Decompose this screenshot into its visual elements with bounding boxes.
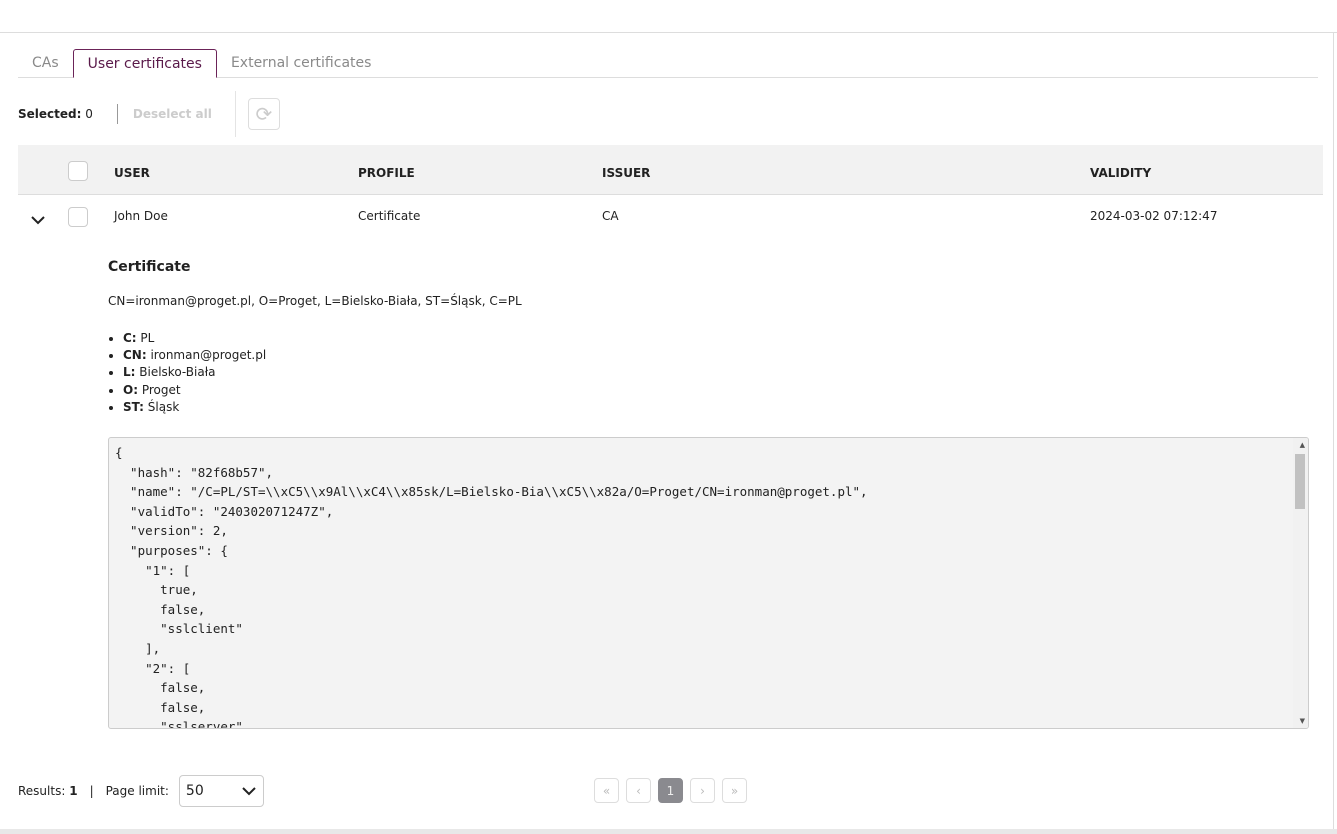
json-content: { "hash": "82f68b57", "name": "/C=PL/ST=… <box>109 438 1308 729</box>
deselect-all-button[interactable]: Deselect all <box>133 107 235 121</box>
divider <box>116 104 118 124</box>
json-line: "name": "/C=PL/ST=\\xC5\\x9Al\\xC4\\x85s… <box>115 484 868 500</box>
json-line: "sslserver" <box>115 719 243 729</box>
column-validity[interactable]: VALIDITY <box>1090 166 1151 180</box>
last-page-button[interactable]: » <box>722 778 747 803</box>
json-line: "2": [ <box>115 660 191 676</box>
json-line: "validTo": "240302071247Z", <box>115 503 334 519</box>
cell-user: John Doe <box>114 209 168 223</box>
toolbar: Selected: 0 Deselect all ⟳ <box>18 91 280 137</box>
table-row[interactable]: John Doe Certificate CA 2024-03-02 07:12… <box>18 195 1323 235</box>
attribute-list: C: PL CN: ironman@proget.pl L: Bielsko-B… <box>123 330 1310 416</box>
attr-item: L: Bielsko-Biała <box>123 364 1310 381</box>
json-line: "version": 2, <box>115 523 228 539</box>
page-limit-label: Page limit: <box>105 784 169 798</box>
first-page-button[interactable]: « <box>594 778 619 803</box>
select-all-checkbox[interactable] <box>68 161 88 181</box>
certificate-json-textarea[interactable]: { "hash": "82f68b57", "name": "/C=PL/ST=… <box>108 437 1309 729</box>
attr-item: ST: Śląsk <box>123 399 1310 416</box>
column-issuer[interactable]: ISSUER <box>602 166 650 180</box>
column-profile[interactable]: PROFILE <box>358 166 415 180</box>
tab-bar: CAs User certificates External certifica… <box>18 49 1318 78</box>
json-line: true, <box>115 582 198 598</box>
table-footer: Results: 1 | Page limit: 50 « ‹ 1 › » <box>18 775 1323 807</box>
json-line: ], <box>115 640 161 656</box>
json-line: { <box>115 445 123 460</box>
pagination: « ‹ 1 › » <box>594 778 747 803</box>
selected-count: Selected: 0 <box>18 107 93 121</box>
column-user[interactable]: USER <box>114 166 150 180</box>
attr-item: O: Proget <box>123 382 1310 399</box>
table-header: USER PROFILE ISSUER VALIDITY <box>18 145 1323 195</box>
certificates-panel: CAs User certificates External certifica… <box>4 33 1334 830</box>
tab-cas[interactable]: CAs <box>18 49 73 78</box>
json-line: false, <box>115 601 206 617</box>
json-line: false, <box>115 680 206 696</box>
bottom-bar <box>0 829 1337 834</box>
json-line: "1": [ <box>115 562 191 578</box>
tab-user-certificates[interactable]: User certificates <box>72 49 217 78</box>
attr-item: CN: ironman@proget.pl <box>123 347 1310 364</box>
scroll-up-icon[interactable]: ▲ <box>1300 441 1305 449</box>
scrollbar[interactable]: ▲ ▼ <box>1293 438 1308 728</box>
results-count: 1 <box>69 784 78 798</box>
cell-issuer: CA <box>602 209 619 223</box>
scroll-down-icon[interactable]: ▼ <box>1300 717 1305 725</box>
attr-item: C: PL <box>123 330 1310 347</box>
cell-profile: Certificate <box>358 209 421 223</box>
json-line: "hash": "82f68b57", <box>115 464 274 480</box>
separator: | <box>89 784 94 798</box>
refresh-icon: ⟳ <box>255 102 273 126</box>
distinguished-name: CN=ironman@proget.pl, O=Proget, L=Bielsk… <box>108 294 522 308</box>
scrollbar-thumb[interactable] <box>1295 454 1305 509</box>
prev-page-button[interactable]: ‹ <box>626 778 651 803</box>
chevron-down-icon <box>242 787 256 796</box>
certificate-detail: Certificate CN=ironman@proget.pl, O=Prog… <box>108 259 1310 416</box>
detail-title: Certificate <box>108 259 191 275</box>
next-page-button[interactable]: › <box>690 778 715 803</box>
results-label: Results: <box>18 784 66 798</box>
json-line: "sslclient" <box>115 621 243 637</box>
row-checkbox[interactable] <box>68 207 88 227</box>
json-line: "purposes": { <box>115 542 228 558</box>
tab-external-certificates[interactable]: External certificates <box>217 49 385 78</box>
page-limit-select[interactable]: 50 <box>178 775 264 807</box>
cell-validity: 2024-03-02 07:12:47 <box>1090 209 1218 223</box>
page-1-button[interactable]: 1 <box>658 778 683 803</box>
divider <box>234 91 236 137</box>
chevron-down-icon[interactable] <box>30 212 46 228</box>
json-line: false, <box>115 699 206 715</box>
refresh-button[interactable]: ⟳ <box>247 98 280 130</box>
